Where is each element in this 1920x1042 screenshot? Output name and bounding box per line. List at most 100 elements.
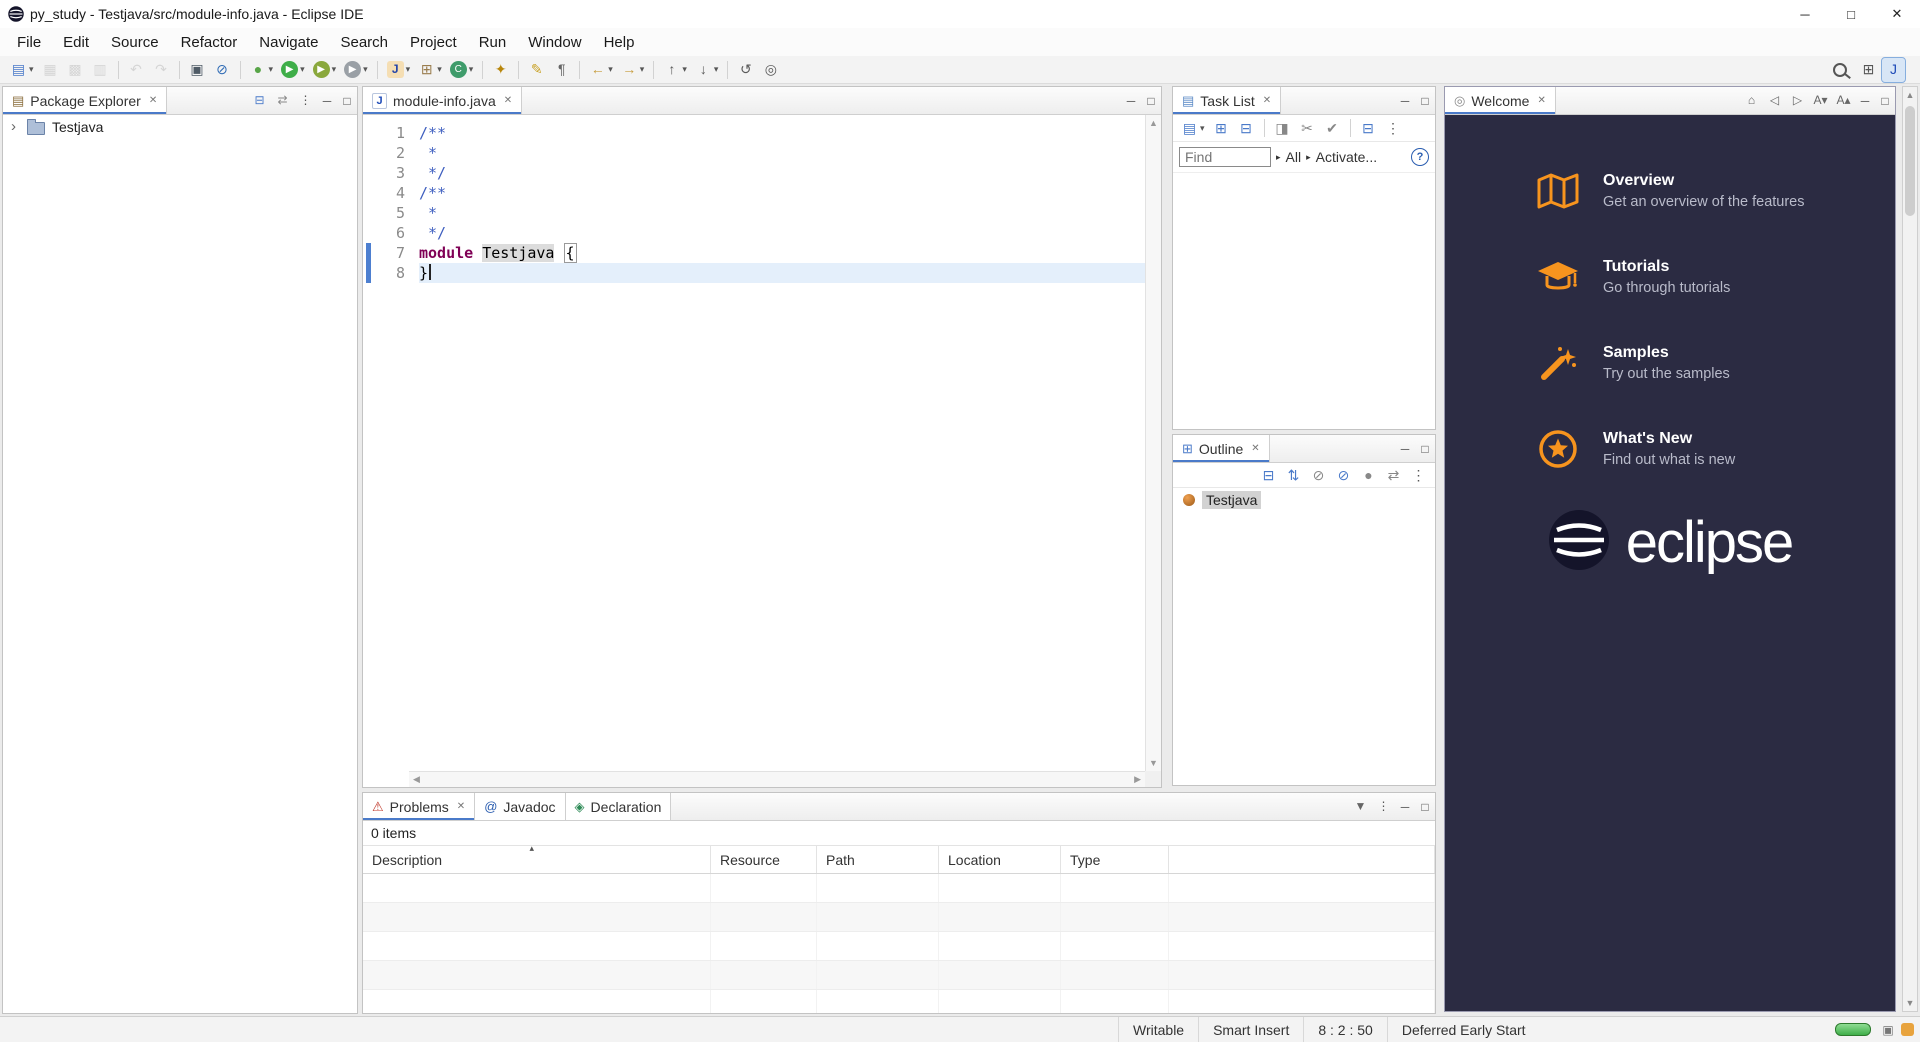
previous-annotation-button[interactable]: ↑ ▾ [660,58,690,82]
close-icon[interactable]: ✕ [1537,95,1545,106]
scroll-left-icon[interactable]: ◀ [413,774,420,785]
code-line[interactable]: 5 * [375,203,1145,223]
increase-text-button[interactable]: A▴ [1833,89,1854,113]
mark-task-complete-button[interactable]: ✔ [1321,116,1344,140]
redo-button[interactable]: ↷ [150,58,173,82]
save-all-button[interactable]: ▩ [64,58,87,82]
code-text[interactable]: } [419,263,1145,283]
new-java-class-button[interactable]: C ▾ [447,58,477,82]
tab-module-info-java[interactable]: J module-info.java ✕ [363,87,523,114]
new-java-package-button[interactable]: ⊞ ▾ [415,58,445,82]
welcome-link-overview[interactable]: Overview Get an overview of the features [1535,159,1895,223]
minimize-icon[interactable]: ─ [1855,94,1875,108]
new-java-project-button[interactable]: J ▾ [384,58,414,82]
line-number[interactable]: 6 [375,223,419,243]
scroll-up-icon[interactable]: ▲ [1906,90,1915,100]
code-line[interactable]: 7 module Testjava { [375,243,1145,263]
tree-item-testjava[interactable]: › Testjava [3,115,357,139]
menu-refactor[interactable]: Refactor [170,28,249,56]
scheduled-presentation-button[interactable]: ⊟ [1235,116,1258,140]
nav-back-button[interactable]: ◁ [1764,89,1785,113]
collapse-all-button[interactable]: ⊟ [1257,463,1280,487]
tab-welcome[interactable]: ◎ Welcome ✕ [1445,87,1556,114]
minimize-icon[interactable]: ─ [1121,94,1141,108]
code-line[interactable]: 8} [375,263,1145,283]
maximize-icon[interactable]: □ [1415,442,1435,456]
tab-javadoc[interactable]: @ Javadoc [475,793,566,820]
open-console-button[interactable]: ▣ [186,58,209,82]
welcome-link-samples[interactable]: Samples Try out the samples [1535,331,1895,395]
link-with-editor-button[interactable]: ⇄ [1382,463,1405,487]
coverage-button[interactable]: ▶ ▾ [310,58,340,82]
menu-project[interactable]: Project [399,28,468,56]
new-task-button[interactable]: ▤ ▾ [1178,116,1208,140]
column-header-location[interactable]: Location [939,846,1061,873]
menu-file[interactable]: File [6,28,52,56]
decrease-text-button[interactable]: A▾ [1810,89,1831,113]
collapse-all-button[interactable]: ⊟ [249,89,270,113]
last-edit-location-button[interactable]: ↺ [734,58,757,82]
skip-all-breakpoints-button[interactable]: ⊘ [211,58,234,82]
code-text[interactable]: /** [419,183,1145,203]
forward-button[interactable]: → ▾ [618,58,648,82]
code-line[interactable]: 3 */ [375,163,1145,183]
minimize-icon[interactable]: ─ [317,94,337,108]
background-jobs-icon[interactable]: ▣ [1879,1023,1897,1037]
filter-all-option[interactable]: All [1286,149,1302,165]
tab-task-list[interactable]: ▤ Task List ✕ [1173,87,1282,114]
view-menu-button[interactable]: ⋮ [1373,795,1394,819]
notification-icon[interactable] [1901,1023,1914,1036]
maximize-icon[interactable]: □ [1141,94,1161,108]
maximize-button[interactable]: □ [1828,0,1874,28]
view-menu-button[interactable]: ⋮ [295,89,316,113]
maximize-icon[interactable]: □ [337,94,357,108]
back-button[interactable]: ← ▾ [586,58,616,82]
line-number[interactable]: 5 [375,203,419,223]
dropdown-arrow-icon[interactable]: ▸ [1306,152,1311,163]
hide-non-public-members-button[interactable]: ● [1357,463,1380,487]
code-line[interactable]: 2 * [375,143,1145,163]
collapse-all-button[interactable]: ⊟ [1357,116,1380,140]
line-number[interactable]: 7 [375,243,419,263]
show-whitespace-characters-button[interactable]: ¶ [550,58,573,82]
find-input[interactable] [1179,147,1271,167]
column-header-resource[interactable]: Resource [711,846,817,873]
categorized-presentation-button[interactable]: ⊞ [1210,116,1233,140]
code-text[interactable]: */ [419,163,1145,183]
outline-item-testjava[interactable]: Testjava [1173,488,1435,512]
column-header-path[interactable]: Path [817,846,939,873]
home-button[interactable]: ⌂ [1741,89,1762,113]
debug-button[interactable]: ● ▾ [247,58,277,82]
open-perspective-button[interactable]: ⊞ [1857,58,1880,82]
menu-navigate[interactable]: Navigate [248,28,329,56]
close-icon[interactable]: ✕ [504,95,512,106]
code-line[interactable]: 4/** [375,183,1145,203]
minimize-icon[interactable]: ─ [1395,800,1415,814]
tab-outline[interactable]: ⊞ Outline ✕ [1173,435,1270,462]
toggle-mark-occurrences-button[interactable]: ✎ [525,58,548,82]
menu-help[interactable]: Help [593,28,646,56]
line-number[interactable]: 4 [375,183,419,203]
activate-option[interactable]: Activate... [1316,149,1377,165]
close-icon[interactable]: ✕ [1251,443,1259,454]
code-text[interactable]: module Testjava { [419,243,1145,263]
close-icon[interactable]: ✕ [1263,95,1271,106]
tab-declaration[interactable]: ◈ Declaration [565,793,672,820]
close-icon[interactable]: ✕ [149,95,157,106]
menu-window[interactable]: Window [517,28,592,56]
maximize-icon[interactable]: □ [1875,94,1895,108]
hide-static-members-button[interactable]: ⊘ [1332,463,1355,487]
code-text[interactable]: * [419,203,1145,223]
editor-vertical-scrollbar[interactable]: ▲ ▼ [1145,115,1161,771]
maximize-icon[interactable]: □ [1415,800,1435,814]
scroll-right-icon[interactable]: ▶ [1134,774,1141,785]
tab-problems[interactable]: ⚠ Problems ✕ [363,793,476,820]
column-header-description[interactable]: Description ▴ [363,843,711,873]
hide-fields-button[interactable]: ⊘ [1307,463,1330,487]
editor-horizontal-scrollbar[interactable]: ◀ ▶ [409,771,1145,787]
minimize-icon[interactable]: ─ [1395,442,1415,456]
view-menu-button[interactable]: ⋮ [1407,463,1430,487]
menu-edit[interactable]: Edit [52,28,100,56]
code-text[interactable]: * [419,143,1145,163]
menu-source[interactable]: Source [100,28,170,56]
